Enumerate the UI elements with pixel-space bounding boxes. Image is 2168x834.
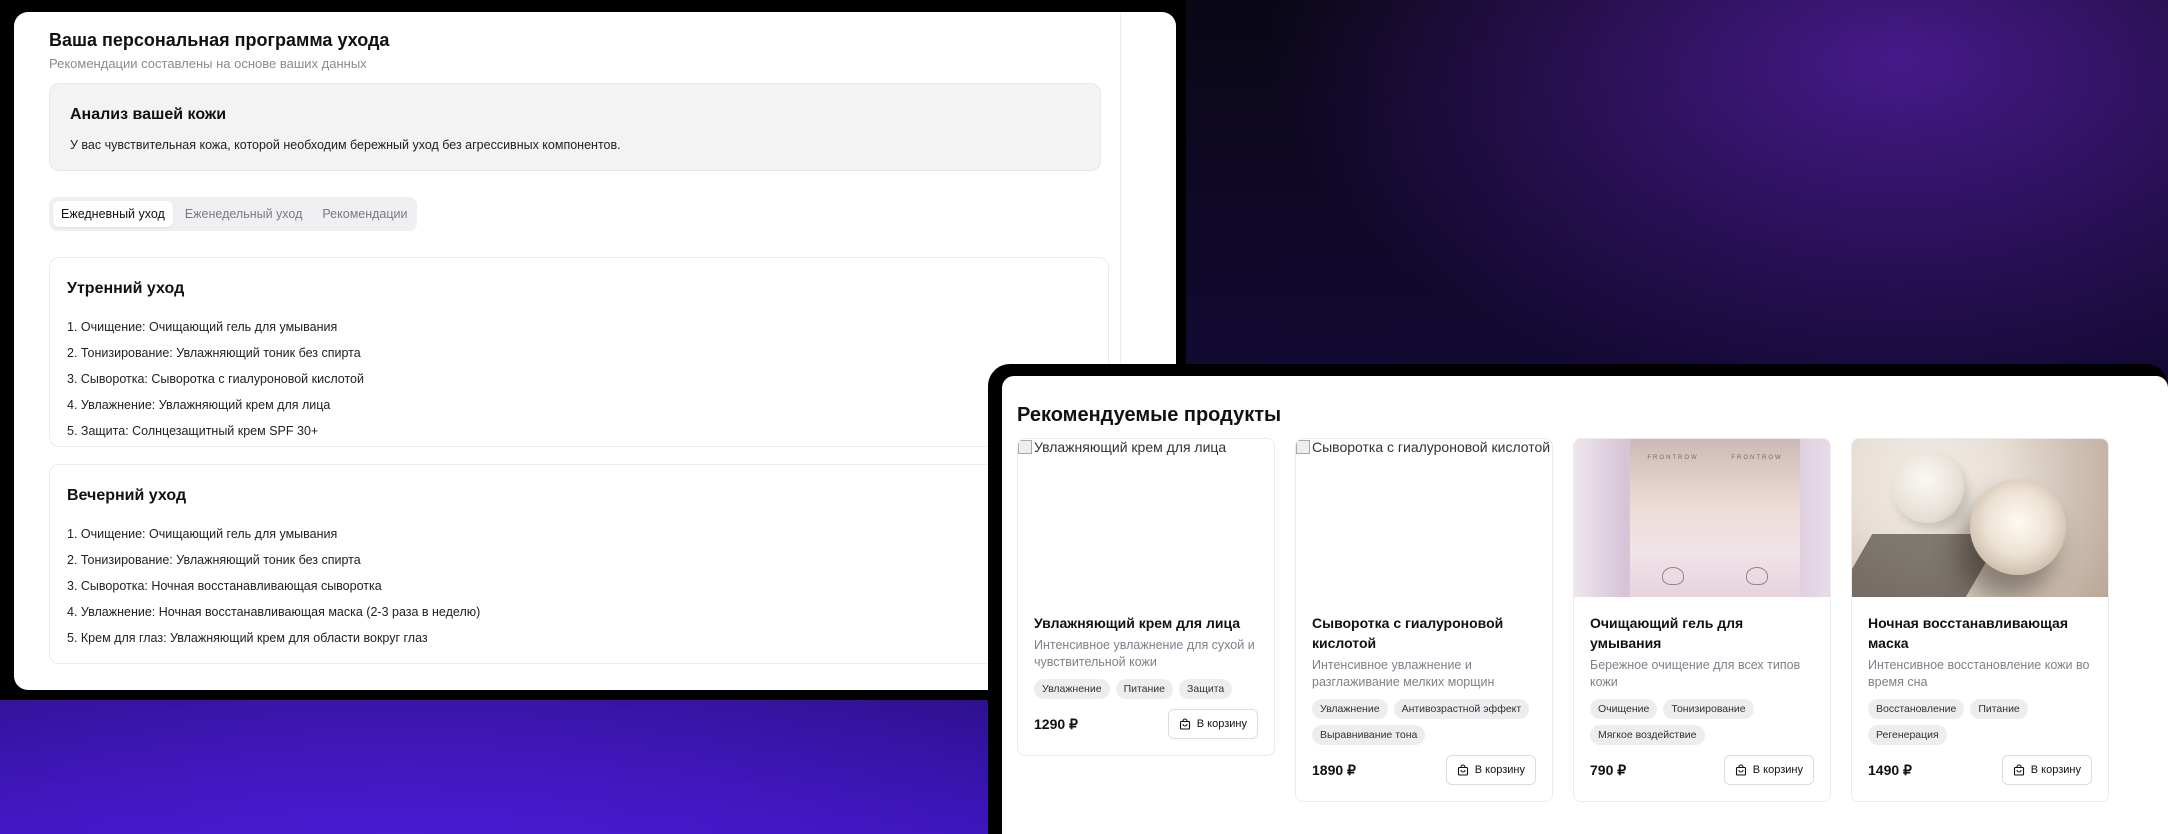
image-alt-text: Увлажняющий крем для лица (1034, 439, 1227, 455)
add-to-cart-label: В корзину (1196, 718, 1247, 730)
product-tags: Увлажнение Антивозрастной эффект Выравни… (1312, 699, 1536, 745)
shopping-bag-icon (1735, 764, 1746, 776)
shopping-bag-icon (1457, 764, 1468, 776)
evening-routine-title: Вечерний уход (67, 487, 187, 504)
product-name: Увлажняющий крем для лица (1034, 615, 1241, 631)
skin-analysis-card: Анализ вашей кожи У вас чувствительная к… (49, 83, 1101, 171)
image-alt-text: Сыворотка с гиалуроновой кислотой (1312, 439, 1551, 455)
product-price: 1490 ₽ (1868, 761, 1912, 778)
tag-badge: Питание (1115, 679, 1174, 699)
list-item: 4. Увлажнение: Увлажняющий крем для лица (67, 398, 331, 412)
tag-badge: Очищение (1590, 699, 1658, 719)
tab-daily[interactable]: Ежедневный уход (53, 201, 173, 227)
list-item: 4. Увлажнение: Ночная восстанавливающая … (67, 605, 481, 619)
list-item: 2. Тонизирование: Увлажняющий тоник без … (67, 553, 361, 567)
tab-recommendations[interactable]: Рекомендации (314, 201, 415, 227)
tag-badge: Питание (1970, 699, 2028, 719)
product-price: 1290 ₽ (1034, 715, 1078, 732)
heart-logo-icon (1746, 567, 1768, 585)
page-title: Ваша персональная программа ухода (49, 30, 390, 50)
list-item: 1. Очищение: Очищающий гель для умывания (67, 320, 338, 334)
add-to-cart-label: В корзину (1752, 764, 1803, 776)
product-description: Бережное очищение для всех типов кожи (1590, 658, 1801, 689)
product-card-hyaluronic-serum[interactable]: Сыворотка с гиалуроновой кислотой Сыворо… (1295, 438, 1553, 802)
product-name: Ночная восстанавливающая маска (1868, 615, 2069, 651)
product-price: 1890 ₽ (1312, 761, 1356, 778)
add-to-cart-label: В корзину (2030, 764, 2081, 776)
product-name: Очищающий гель для умывания (1590, 615, 1744, 651)
product-description: Интенсивное восстановление кожи во время… (1868, 658, 2090, 689)
jar-lid-illustration (1892, 451, 1964, 523)
tag-badge: Увлажнение (1312, 699, 1388, 719)
care-tabs: Ежедневный уход Еженедельный уход Рекоме… (49, 197, 417, 231)
add-to-cart-button[interactable]: В корзину (1723, 755, 1814, 785)
broken-image-icon (1296, 440, 1310, 454)
evening-routine-card: Вечерний уход 1. Очищение: Очищающий гел… (49, 464, 1109, 664)
product-description: Интенсивное увлажнение для сухой и чувст… (1034, 638, 1255, 669)
tag-badge: Регенерация (1868, 725, 1947, 745)
product-tags: Очищение Тонизирование Мягкое воздействи… (1590, 699, 1814, 745)
bottle-illustration: FRONTROW (1714, 439, 1800, 597)
product-price: 790 ₽ (1590, 761, 1627, 778)
product-tags: Увлажнение Питание Защита (1034, 679, 1258, 699)
tag-badge: Восстановление (1868, 699, 1965, 719)
product-description: Интенсивное увлажнение и разглаживание м… (1312, 658, 1495, 689)
jar-illustration (1970, 479, 2066, 575)
skin-analysis-title: Анализ вашей кожи (70, 106, 227, 123)
list-item: 5. Защита: Солнцезащитный крем SPF 30+ (67, 424, 319, 438)
product-name: Сыворотка с гиалуроновой кислотой (1312, 615, 1504, 651)
tag-badge: Защита (1179, 679, 1233, 699)
recommended-products-panel: Рекомендуемые продукты Увлажняющий крем … (1002, 376, 2168, 834)
page-subtitle: Рекомендации составлены на основе ваших … (49, 56, 367, 71)
product-image: FRONTROW FRONTROW (1574, 439, 1830, 597)
product-card-face-cream[interactable]: Увлажняющий крем для лица Увлажняющий кр… (1017, 438, 1275, 756)
bottle-brand-text: FRONTROW (1731, 455, 1783, 461)
tab-weekly[interactable]: Еженедельный уход (177, 201, 311, 227)
product-card-night-mask[interactable]: Ночная восстанавливающая маска Интенсивн… (1851, 438, 2109, 802)
tag-badge: Выравнивание тона (1312, 725, 1426, 745)
product-tags: Восстановление Питание Регенерация (1868, 699, 2092, 745)
products-title: Рекомендуемые продукты (1017, 404, 1282, 426)
product-image (1852, 439, 2108, 597)
heart-logo-icon (1662, 567, 1684, 585)
product-image-broken: Увлажняющий крем для лица (1018, 439, 1274, 597)
product-card-cleansing-gel[interactable]: FRONTROW FRONTROW Очищающий гель для умы… (1573, 438, 1831, 802)
add-to-cart-label: В корзину (1474, 764, 1525, 776)
list-item: 1. Очищение: Очищающий гель для умывания (67, 527, 338, 541)
skin-analysis-text: У вас чувствительная кожа, которой необх… (70, 138, 621, 152)
tag-badge: Мягкое воздействие (1590, 725, 1705, 745)
bottle-illustration: FRONTROW (1630, 439, 1716, 597)
shopping-bag-icon (2013, 764, 2024, 776)
morning-steps-list: 1. Очищение: Очищающий гель для умывания… (67, 314, 364, 444)
add-to-cart-button[interactable]: В корзину (1167, 709, 1258, 739)
morning-routine-card: Утренний уход 1. Очищение: Очищающий гел… (49, 257, 1109, 447)
bottle-brand-text: FRONTROW (1647, 455, 1699, 461)
list-item: 3. Сыворотка: Сыворотка с гиалуроновой к… (67, 372, 364, 386)
list-item: 2. Тонизирование: Увлажняющий тоник без … (67, 346, 361, 360)
list-item: 5. Крем для глаз: Увлажняющий крем для о… (67, 631, 428, 645)
tag-badge: Увлажнение (1034, 679, 1110, 699)
product-image-broken: Сыворотка с гиалуроновой кислотой (1296, 439, 1552, 597)
tag-badge: Антивозрастной эффект (1393, 699, 1530, 719)
add-to-cart-button[interactable]: В корзину (1445, 755, 1536, 785)
shopping-bag-icon (1179, 718, 1190, 730)
tag-badge: Тонизирование (1663, 699, 1754, 719)
morning-routine-title: Утренний уход (67, 280, 185, 297)
recommended-products-window: Рекомендуемые продукты Увлажняющий крем … (988, 364, 2168, 834)
add-to-cart-button[interactable]: В корзину (2001, 755, 2092, 785)
evening-steps-list: 1. Очищение: Очищающий гель для умывания… (67, 521, 480, 651)
list-item: 3. Сыворотка: Ночная восстанавливающая с… (67, 579, 382, 593)
broken-image-icon (1018, 440, 1032, 454)
